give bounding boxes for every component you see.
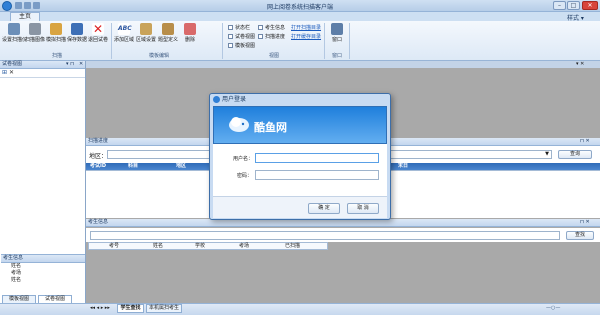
student-search-header: 考生信息 ⊓ ✕ [86,219,600,227]
scan-progress-checkbox[interactable]: 扫描进度 [258,33,285,40]
group-label-template: 模板编辑 [148,53,169,59]
pin-icon[interactable]: ▾ ⊓ [66,61,74,68]
chevron-down-icon[interactable]: ▼ [545,151,549,157]
col-school: 学校 [195,243,206,249]
group-label-window: 窗口 [331,53,342,59]
student-search-input[interactable] [90,231,560,240]
checkbox-icon[interactable] [228,25,233,30]
pane-close-icon[interactable]: ✕ [79,61,83,68]
maximize-button[interactable]: □ [567,1,580,10]
paper-view-checkbox[interactable]: 试卷视图 [228,33,255,40]
info-field-room: 考场 [11,270,22,276]
dialog-footer: 确 定 取 消 [213,196,387,218]
query-button[interactable]: 查询 [558,150,592,159]
username-field[interactable] [255,153,379,163]
cloud-fish-icon [229,117,249,132]
save-icon [71,23,83,35]
tab-student-search[interactable]: 学生查找 [117,304,144,313]
remove-icon[interactable]: ✕ [9,69,14,76]
pane-close-icon[interactable]: ⊓ ✕ [580,219,590,226]
window-title: 网上阅卷系统扫描客户端 [266,4,333,11]
statusbar-checkbox[interactable]: 状态栏 [228,24,250,31]
return-paper-button[interactable]: ✕ 退回试卷 [88,22,108,47]
zoom-slider[interactable]: —○— [546,305,560,311]
ok-button[interactable]: 确 定 [308,203,340,214]
settings-doc-icon [140,23,152,35]
col-subject: 科目 [128,163,139,169]
minimize-button[interactable]: – [553,1,566,10]
student-info-panel: 考生信息 姓名 考场 姓名 [1,254,85,294]
dialog-body: 用户名： 密码： [213,144,387,196]
cancel-button[interactable]: 取 消 [347,203,379,214]
red-x-icon: ✕ [92,22,104,36]
checkbox-icon[interactable] [228,43,233,48]
student-table-header: 考号 姓名 学校 考场 已扫描 [88,242,328,250]
checkbox-icon[interactable] [228,34,233,39]
col-region: 地区 [176,163,187,169]
delete-icon [184,23,196,35]
close-button[interactable]: ✕ [582,1,598,10]
checkbox-icon[interactable] [258,34,263,39]
student-info-header: 考生信息 [1,255,85,263]
group-separator [349,23,350,59]
region-settings-button[interactable]: 区域设置 [136,23,156,47]
region-label: 地区： [89,153,108,160]
window-icon [331,23,343,35]
open-scan-dir-link[interactable]: 打开扫描目录 [291,24,321,31]
brand-banner: 酷鱼网 [213,106,387,144]
add-icon[interactable]: ⊞ [2,69,7,76]
search-button[interactable]: 查找 [566,231,594,240]
printer-icon [29,23,41,35]
password-label: 密码： [237,173,253,179]
col-scanned: 已扫描 [285,243,301,249]
username-label: 用户名： [233,156,254,162]
group-label-view: 视图 [268,53,279,59]
abc-icon: ABC [118,23,132,35]
question-type-button[interactable]: 题型定义 [158,23,178,47]
edit-doc-icon [162,23,174,35]
setup-scanner-button[interactable]: 设置扫描仪 [2,23,27,47]
student-info-checkbox[interactable]: 考生信息 [258,24,285,31]
col-room: 考场 [239,243,250,249]
window-button[interactable]: 窗口 [328,23,346,47]
col-exam-no: 考号 [109,243,120,249]
simulate-scan-button[interactable]: 模拟扫描 [46,23,66,47]
workspace-header: ▾ ✕ [86,61,600,68]
save-data-button[interactable]: 保存数据 [67,23,87,47]
open-cache-dir-link[interactable]: 打开缓存目录 [291,33,321,40]
tab-local-students[interactable]: 本机属扫考生 [146,304,182,313]
pane-close-icon[interactable]: ⊓ ✕ [580,138,590,145]
info-field-name: 姓名 [11,263,22,269]
workspace-close-icon[interactable]: ▾ ✕ [576,61,584,67]
brand-name: 酷鱼网 [254,121,287,134]
group-label-scan: 扫描 [51,53,62,59]
tab-nav-arrows[interactable]: ◂◂ ◂ ▸ ▸▸ [90,305,110,311]
paper-view-header: 试卷视图 ▾ ⊓ ✕ [0,61,85,69]
password-field[interactable] [255,170,379,180]
ribbon-tab-row [0,12,600,21]
info-field-name-2: 姓名 [11,277,22,283]
add-region-button[interactable]: ABC 添加区域 [114,23,134,47]
checkbox-icon[interactable] [258,25,263,30]
login-dialog: 用户登录 酷鱼网 用户名： 密码： 确 定 取 消 [209,93,391,220]
group-separator [222,23,223,59]
col-name: 姓名 [153,243,164,249]
col-exam-id: 考试ID [90,163,107,169]
scan-image-button[interactable]: 扫描图像 [25,23,45,47]
folder-icon [50,23,62,35]
col-last-day: 末日 [398,163,409,169]
dialog-title: 用户登录 [222,96,247,103]
template-view-checkbox[interactable]: 模板视图 [228,42,255,49]
scanner-icon [8,23,20,35]
delete-button[interactable]: 删除 [181,23,199,47]
paper-toolbar: ⊞ ✕ [0,69,85,78]
paper-view-title: 试卷视图 [2,61,23,67]
